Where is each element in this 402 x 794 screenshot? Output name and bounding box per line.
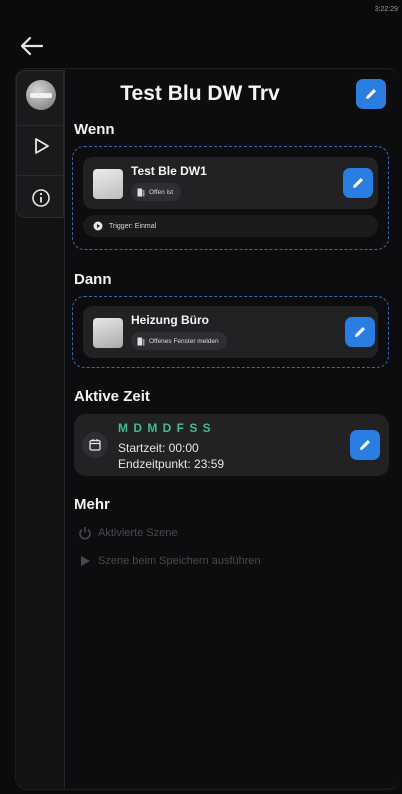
condition-card[interactable]: Test Ble DW1 Offen ist (83, 157, 378, 209)
thermostat-icon (93, 318, 123, 348)
tab-info[interactable] (17, 175, 65, 219)
play-icon (35, 137, 49, 154)
status-bar: 3:22:29 (0, 0, 402, 22)
action-chip: Offenes Fenster melden (131, 332, 227, 350)
side-tabs (16, 70, 65, 219)
active-time-card[interactable]: M D M D F S S Startzeit: 00:00 Endzeitpu… (74, 414, 389, 476)
run-on-save-label: Szene beim Speichern ausführen (98, 555, 261, 567)
active-days: M D M D F S S (118, 421, 212, 435)
section-active-time-label: Aktive Zeit (74, 388, 150, 405)
power-icon (79, 527, 91, 540)
edit-condition-button[interactable] (343, 168, 373, 198)
pencil-icon (366, 89, 376, 99)
back-button[interactable] (18, 34, 48, 60)
pencil-icon (355, 327, 365, 337)
start-time: Startzeit: 00:00 (118, 441, 199, 455)
section-more-label: Mehr (74, 496, 110, 513)
section-wenn-label: Wenn (74, 121, 115, 138)
trigger-text: Trigger: Einmal (109, 222, 157, 230)
status-time: 3:22:29 (374, 6, 398, 13)
tab-device[interactable] (17, 75, 65, 115)
condition-state-chip: Offen ist (131, 183, 182, 201)
edit-title-button[interactable] (356, 79, 386, 109)
action-device-name: Heizung Büro (131, 313, 209, 327)
trigger-icon (93, 221, 103, 231)
door-sensor-icon (93, 169, 123, 199)
arrow-left-icon (20, 36, 44, 56)
door-icon (137, 188, 145, 196)
action-group: Heizung Büro Offenes Fenster melden (72, 296, 389, 368)
condition-device-name: Test Ble DW1 (131, 164, 207, 178)
trigger-row[interactable]: Trigger: Einmal (83, 215, 378, 237)
device-avatar-icon (26, 80, 56, 110)
calendar-icon (82, 432, 108, 458)
condition-group: Test Ble DW1 Offen ist Trigger: Einmal (72, 146, 389, 250)
pencil-icon (360, 440, 370, 450)
condition-state-text: Offen ist (149, 188, 174, 196)
door-icon (137, 337, 145, 345)
action-card[interactable]: Heizung Büro Offenes Fenster melden (83, 306, 378, 358)
play-icon (81, 556, 90, 566)
pencil-icon (353, 178, 363, 188)
activated-scene-toggle[interactable]: Aktivierte Szene (78, 526, 177, 540)
info-icon (32, 188, 50, 207)
run-on-save-toggle[interactable]: Szene beim Speichern ausführen (78, 554, 261, 568)
section-dann-label: Dann (74, 271, 112, 288)
edit-action-button[interactable] (345, 317, 375, 347)
tab-run[interactable] (17, 125, 65, 165)
action-text: Offenes Fenster melden (149, 337, 219, 345)
edit-time-button[interactable] (350, 430, 380, 460)
activated-scene-label: Aktivierte Szene (98, 527, 178, 539)
end-time: Endzeitpunkt: 23:59 (118, 457, 225, 471)
page-title: Test Blu DW Trv (120, 82, 280, 105)
